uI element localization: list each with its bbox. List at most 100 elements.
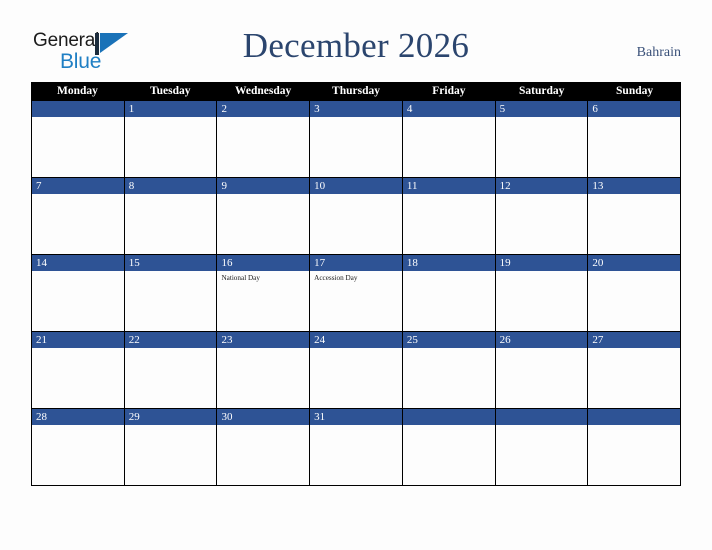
calendar-day-cell[interactable]: 16 National Day [217,255,311,332]
calendar-day-cell[interactable]: 4 [402,101,496,178]
calendar-grid: Monday Tuesday Wednesday Thursday Friday Satu… [31,82,681,486]
day-content: Accession Day [310,271,402,331]
calendar-day-cell-empty[interactable] [32,101,125,178]
calendar-day-cell-empty[interactable] [495,409,589,485]
day-number: 10 [310,178,402,194]
calendar-day-cell[interactable]: 6 [588,101,681,178]
calendar-day-cell[interactable]: 29 [124,409,218,485]
day-number: 8 [124,178,217,194]
day-content [588,425,680,485]
calendar-day-cell-empty[interactable] [402,409,496,485]
page-title: December 2026 [242,26,470,65]
day-content [403,271,495,331]
calendar-week-row: 14 15 16 National Day 17 Accession Day 18 19 20 [32,255,681,332]
day-number [495,409,588,425]
weekday-header-sunday: Sunday [616,85,654,97]
calendar-day-cell[interactable]: 9 [217,178,311,255]
day-content [125,348,217,408]
day-content [217,117,309,177]
calendar-day-cell[interactable]: 23 [217,332,311,409]
holiday-label: National Day [221,274,260,282]
calendar-day-cell[interactable]: 25 [402,332,496,409]
calendar-day-cell[interactable]: 8 [124,178,218,255]
calendar-day-cell[interactable]: 1 [124,101,218,178]
day-number: 19 [495,255,588,271]
calendar-day-cell[interactable]: 15 [124,255,218,332]
day-number: 3 [310,101,402,117]
calendar-day-cell[interactable]: 20 [588,255,681,332]
day-number: 27 [588,332,681,348]
day-content [310,117,402,177]
calendar-day-cell[interactable]: 30 [217,409,311,485]
day-number: 16 [217,255,310,271]
calendar-day-cell[interactable]: 13 [588,178,681,255]
calendar-day-cell[interactable]: 17 Accession Day [310,255,403,332]
day-content [125,194,217,254]
day-content [588,194,680,254]
day-number: 6 [588,101,681,117]
day-number: 7 [32,178,124,194]
day-number: 31 [310,409,402,425]
day-content [403,425,495,485]
day-content [588,348,680,408]
day-content [32,348,124,408]
calendar-day-cell[interactable]: 31 [310,409,403,485]
day-number: 26 [495,332,588,348]
calendar-day-cell[interactable]: 5 [495,101,589,178]
weekday-header-saturday: Saturday [519,85,565,97]
day-number: 5 [495,101,588,117]
calendar-day-cell[interactable]: 21 [32,332,125,409]
day-number: 25 [402,332,495,348]
day-content [403,348,495,408]
day-number: 12 [495,178,588,194]
day-number: 17 [310,255,402,271]
calendar-day-cell[interactable]: 27 [588,332,681,409]
day-content [588,117,680,177]
day-content [588,271,680,331]
calendar-day-cell-empty[interactable] [588,409,681,485]
calendar-day-cell[interactable]: 10 [310,178,403,255]
calendar-day-cell[interactable]: 28 [32,409,125,485]
day-content [125,425,217,485]
day-number: 20 [588,255,681,271]
day-number: 22 [124,332,217,348]
calendar-day-cell[interactable]: 24 [310,332,403,409]
calendar-day-cell[interactable]: 26 [495,332,589,409]
day-number: 15 [124,255,217,271]
calendar-week-row: 28 29 30 31 [32,409,681,485]
calendar-day-cell[interactable]: 11 [402,178,496,255]
calendar-day-cell[interactable]: 7 [32,178,125,255]
day-content [217,348,309,408]
calendar-day-cell[interactable]: 14 [32,255,125,332]
day-content [32,194,124,254]
day-number: 18 [402,255,495,271]
weekday-header-tuesday: Tuesday [150,85,191,97]
calendar-week-row: 7 8 9 10 11 12 13 [32,178,681,255]
day-content [32,425,124,485]
day-number: 23 [217,332,310,348]
calendar-day-cell[interactable]: 19 [495,255,589,332]
day-content [496,425,588,485]
day-content [403,117,495,177]
day-number: 28 [32,409,124,425]
day-content [217,194,309,254]
day-number: 4 [402,101,495,117]
day-content [310,425,402,485]
day-number: 29 [124,409,217,425]
day-number [402,409,495,425]
weekday-header-friday: Friday [432,85,466,97]
calendar-day-cell[interactable]: 2 [217,101,311,178]
calendar-day-cell[interactable]: 18 [402,255,496,332]
day-number: 14 [32,255,124,271]
calendar-day-cell[interactable]: 22 [124,332,218,409]
calendar-week-row: 21 22 23 24 25 26 27 [32,332,681,409]
calendar-page: General Blue December 2026 Bahrain Monda… [0,0,712,550]
page-header: General Blue December 2026 Bahrain [0,0,712,80]
calendar-day-cell[interactable]: 3 [310,101,403,178]
day-content [496,348,588,408]
weekday-header-monday: Monday [56,85,98,97]
day-content [125,117,217,177]
day-content [217,425,309,485]
day-number [32,101,124,117]
calendar-day-cell[interactable]: 12 [495,178,589,255]
